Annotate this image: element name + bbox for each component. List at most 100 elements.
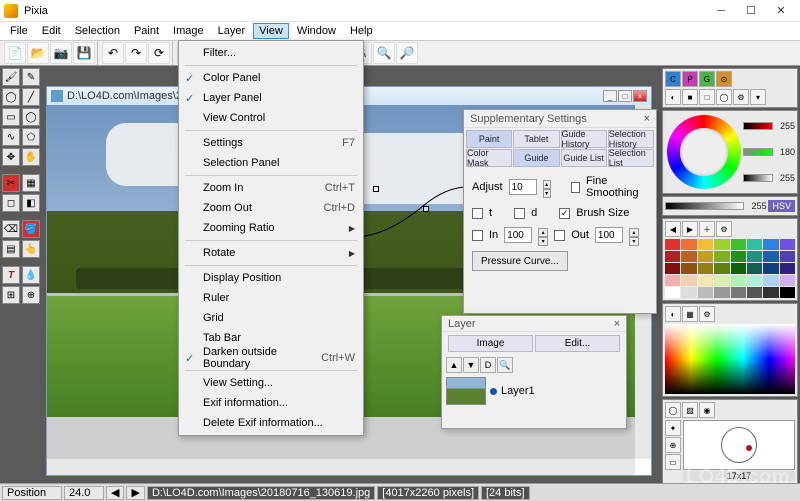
tool-ellipse[interactable]: ◯	[22, 108, 40, 126]
grad-gear-icon[interactable]: ⚙	[699, 306, 715, 322]
tool-move[interactable]: ✥	[2, 148, 20, 166]
view-menu-item[interactable]: Filter...	[181, 43, 361, 63]
swatch[interactable]	[731, 251, 746, 262]
view-menu-item[interactable]: Zooming Ratio▶	[181, 218, 361, 238]
tool-invert[interactable]: ◧	[22, 194, 40, 212]
tab-tablet[interactable]: Tablet	[513, 130, 559, 148]
brush-opt2-icon[interactable]: ⊕	[665, 437, 681, 453]
swatch[interactable]	[714, 239, 729, 250]
layer-zoom-icon[interactable]: 🔍	[497, 357, 513, 373]
swatch[interactable]	[681, 263, 696, 274]
adjust-spinner[interactable]: ▴▾	[543, 180, 551, 194]
view-menu-item[interactable]: Ruler	[181, 288, 361, 308]
color-wheel[interactable]	[667, 115, 741, 189]
grad-mode2-icon[interactable]: ▦	[682, 306, 698, 322]
tab-guide[interactable]: Guide	[513, 149, 559, 167]
swatch[interactable]	[698, 263, 713, 274]
channel-g-icon[interactable]: G	[699, 71, 715, 87]
minimize-button[interactable]: ─	[706, 1, 736, 21]
tool-clone[interactable]: ⊕	[22, 286, 40, 304]
view-menu-item[interactable]: View Setting...	[181, 373, 361, 393]
view-menu-item[interactable]: Zoom InCtrl+T	[181, 178, 361, 198]
status-next[interactable]: ▶	[126, 486, 144, 500]
t-checkbox[interactable]	[472, 208, 483, 219]
grad-mode1-icon[interactable]: ◐	[665, 306, 681, 322]
tool-picker[interactable]: 💧	[22, 266, 40, 284]
tool-text[interactable]: T	[2, 266, 20, 284]
in-checkbox[interactable]	[472, 230, 483, 241]
swatch[interactable]	[731, 239, 746, 250]
swatch[interactable]	[681, 251, 696, 262]
swatch[interactable]	[747, 251, 762, 262]
swatch[interactable]	[665, 263, 680, 274]
tool-line[interactable]: ╱	[22, 88, 40, 106]
swatch[interactable]	[747, 239, 762, 250]
swatch[interactable]	[747, 263, 762, 274]
swatch[interactable]	[780, 263, 795, 274]
brush-preview[interactable]	[683, 420, 795, 470]
tool-curve[interactable]: ∿	[2, 128, 20, 146]
tool-pencil[interactable]: ✎	[22, 68, 40, 86]
out-input[interactable]	[595, 227, 623, 243]
close-button[interactable]: ✕	[766, 1, 796, 21]
view-menu-item[interactable]: Tab Bar	[181, 328, 361, 348]
view-menu-item[interactable]: ✓Layer Panel	[181, 88, 361, 108]
swatch[interactable]	[763, 263, 778, 274]
view-menu-item[interactable]: ✓Darken outside BoundaryCtrl+W	[181, 348, 361, 368]
swatch[interactable]	[698, 251, 713, 262]
swatch[interactable]	[780, 275, 795, 286]
tool-eraser[interactable]: ⌫	[2, 220, 20, 238]
palette-gear-icon[interactable]: ⚙	[716, 221, 732, 237]
swatch[interactable]	[714, 275, 729, 286]
tool-crop[interactable]: ✂	[2, 174, 20, 192]
channel-o-icon[interactable]: ⊙	[716, 71, 732, 87]
swatch[interactable]	[665, 251, 680, 262]
undo-button[interactable]: ↶	[102, 42, 124, 64]
menu-help[interactable]: Help	[344, 23, 379, 39]
down-icon[interactable]: ▾	[750, 89, 766, 105]
swatch[interactable]	[731, 263, 746, 274]
open-button[interactable]: 📂	[27, 42, 49, 64]
tool-deselect[interactable]: ◻	[2, 194, 20, 212]
swatch1-icon[interactable]: ■	[682, 89, 698, 105]
swatch[interactable]	[763, 251, 778, 262]
tool-rect[interactable]: ▭	[2, 108, 20, 126]
brush-shape1-icon[interactable]: ◯	[665, 402, 681, 418]
new-button[interactable]: 📄	[4, 42, 26, 64]
layer-image-button[interactable]: Image	[448, 335, 533, 352]
tab-paint[interactable]: Paint	[466, 130, 512, 148]
out-checkbox[interactable]	[554, 230, 565, 241]
menu-window[interactable]: Window	[291, 23, 342, 39]
tab-guide-list[interactable]: Guide List	[561, 149, 607, 167]
horizontal-scrollbar[interactable]	[47, 459, 635, 475]
menu-edit[interactable]: Edit	[36, 23, 67, 39]
channel-c-icon[interactable]: C	[665, 71, 681, 87]
tab-guide-history[interactable]: Guide History	[561, 130, 607, 148]
tool-smear[interactable]: 👆	[22, 240, 40, 258]
view-menu-item[interactable]: Selection Panel	[181, 153, 361, 173]
in-input[interactable]	[504, 227, 532, 243]
palette-add-icon[interactable]: ＋	[699, 221, 715, 237]
tab-selection-list[interactable]: Selection List	[608, 149, 654, 167]
palette-right-icon[interactable]: ▶	[682, 221, 698, 237]
redo2-button[interactable]: ⟳	[148, 42, 170, 64]
swatch[interactable]	[780, 251, 795, 262]
layer-visible-icon[interactable]: D	[480, 357, 496, 373]
view-menu-item[interactable]: Rotate▶	[181, 243, 361, 263]
tab-color-mask[interactable]: Color Mask	[466, 149, 512, 167]
tool-hand[interactable]: ✋	[22, 148, 40, 166]
swatch[interactable]	[763, 287, 778, 298]
view-menu-item[interactable]: Exif information...	[181, 393, 361, 413]
fine-smoothing-checkbox[interactable]	[571, 182, 580, 193]
out-spinner[interactable]: ▴▾	[629, 228, 639, 242]
scanner-button[interactable]: 📷	[50, 42, 72, 64]
picker-icon[interactable]: ◐	[665, 89, 681, 105]
layer-panel-close-icon[interactable]: ×	[614, 318, 620, 330]
supp-close-icon[interactable]: ×	[644, 113, 650, 125]
view-menu-item[interactable]: Grid	[181, 308, 361, 328]
tool-fill[interactable]: 🪣	[22, 220, 40, 238]
swatch[interactable]	[731, 275, 746, 286]
tool-stamp[interactable]: ⊞	[2, 286, 20, 304]
brush-shape2-icon[interactable]: ▨	[682, 402, 698, 418]
maximize-button[interactable]: ☐	[736, 1, 766, 21]
